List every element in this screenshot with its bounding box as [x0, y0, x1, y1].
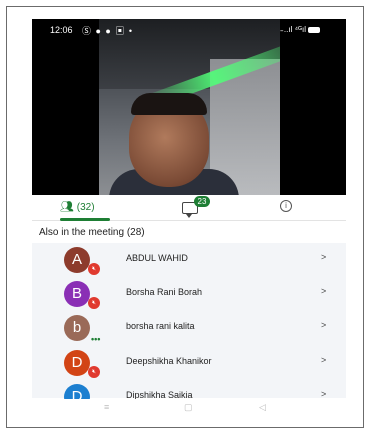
- signal-icons: ̵ ..ıl ⁴ᴳıl: [281, 25, 306, 34]
- mic-off-icon: 🔇︎: [88, 263, 100, 275]
- section-title: Also in the meeting (28): [39, 227, 145, 238]
- chevron-right-icon[interactable]: >: [321, 320, 326, 330]
- participant-name: borsha rani kalita: [126, 321, 195, 331]
- battery-icon: [308, 26, 320, 33]
- home-nav-icon[interactable]: ▢: [184, 402, 193, 413]
- status-time: 12:06: [50, 25, 73, 35]
- avatar: b: [64, 315, 90, 341]
- participant-row[interactable]: B 🔇︎ Borsha Rani Borah >: [32, 277, 346, 311]
- avatar: D: [64, 350, 90, 376]
- tab-chat[interactable]: 23: [182, 196, 222, 220]
- participant-row[interactable]: A 🔇︎ ABDUL WAHID >: [32, 243, 346, 277]
- chevron-right-icon[interactable]: >: [321, 389, 326, 399]
- chevron-right-icon[interactable]: >: [321, 286, 326, 296]
- participant-name: Deepshikha Khanikor: [126, 356, 212, 366]
- participant-row[interactable]: b ••• borsha rani kalita >: [32, 311, 346, 345]
- participant-list: A 🔇︎ ABDUL WAHID > B 🔇︎ Borsha Rani Borah > b •••…: [32, 243, 346, 412]
- signal-battery: ̵ ..ıl ⁴ᴳıl: [282, 25, 320, 34]
- mic-off-icon: 🔇︎: [88, 297, 100, 309]
- person-hair: [131, 93, 207, 115]
- phone-screen: 12:06 Ⓢ ● ● ▣ • ̵ ..ıl ⁴ᴳıl 👥︎ (32) 23 i…: [32, 19, 346, 417]
- avatar: A: [64, 247, 90, 273]
- meeting-tabs: 👥︎ (32) 23 i: [32, 195, 346, 221]
- menu-nav-icon[interactable]: ≡: [104, 402, 109, 412]
- tab-people[interactable]: 👥︎ (32): [60, 200, 120, 221]
- status-bar: 12:06 Ⓢ ● ● ▣ • ̵ ..ıl ⁴ᴳıl: [32, 19, 346, 41]
- info-icon: i: [280, 200, 292, 212]
- camera-image: [99, 19, 280, 195]
- participant-name: Borsha Rani Borah: [126, 287, 203, 297]
- back-nav-icon[interactable]: ◁: [259, 402, 266, 413]
- chevron-right-icon[interactable]: >: [321, 252, 326, 262]
- chat-badge: 23: [194, 196, 210, 207]
- people-icon: 👥︎: [60, 201, 74, 213]
- speaking-dots-icon: •••: [91, 334, 101, 344]
- avatar: B: [64, 281, 90, 307]
- tab-info[interactable]: i: [280, 200, 300, 220]
- screenshot-frame: 12:06 Ⓢ ● ● ▣ • ̵ ..ıl ⁴ᴳıl 👥︎ (32) 23 i…: [6, 6, 364, 428]
- video-feed[interactable]: 12:06 Ⓢ ● ● ▣ • ̵ ..ıl ⁴ᴳıl: [32, 19, 346, 195]
- chevron-right-icon[interactable]: >: [321, 355, 326, 365]
- notification-icons: Ⓢ ● ● ▣ •: [82, 26, 134, 36]
- android-nav-bar: ≡ ▢ ◁: [32, 399, 346, 417]
- participant-row[interactable]: D 🔇︎ Deepshikha Khanikor >: [32, 346, 346, 380]
- people-count: (32): [76, 202, 95, 213]
- participant-name: ABDUL WAHID: [126, 253, 188, 263]
- mic-off-icon: 🔇︎: [88, 366, 100, 378]
- active-tab-indicator: [60, 218, 110, 221]
